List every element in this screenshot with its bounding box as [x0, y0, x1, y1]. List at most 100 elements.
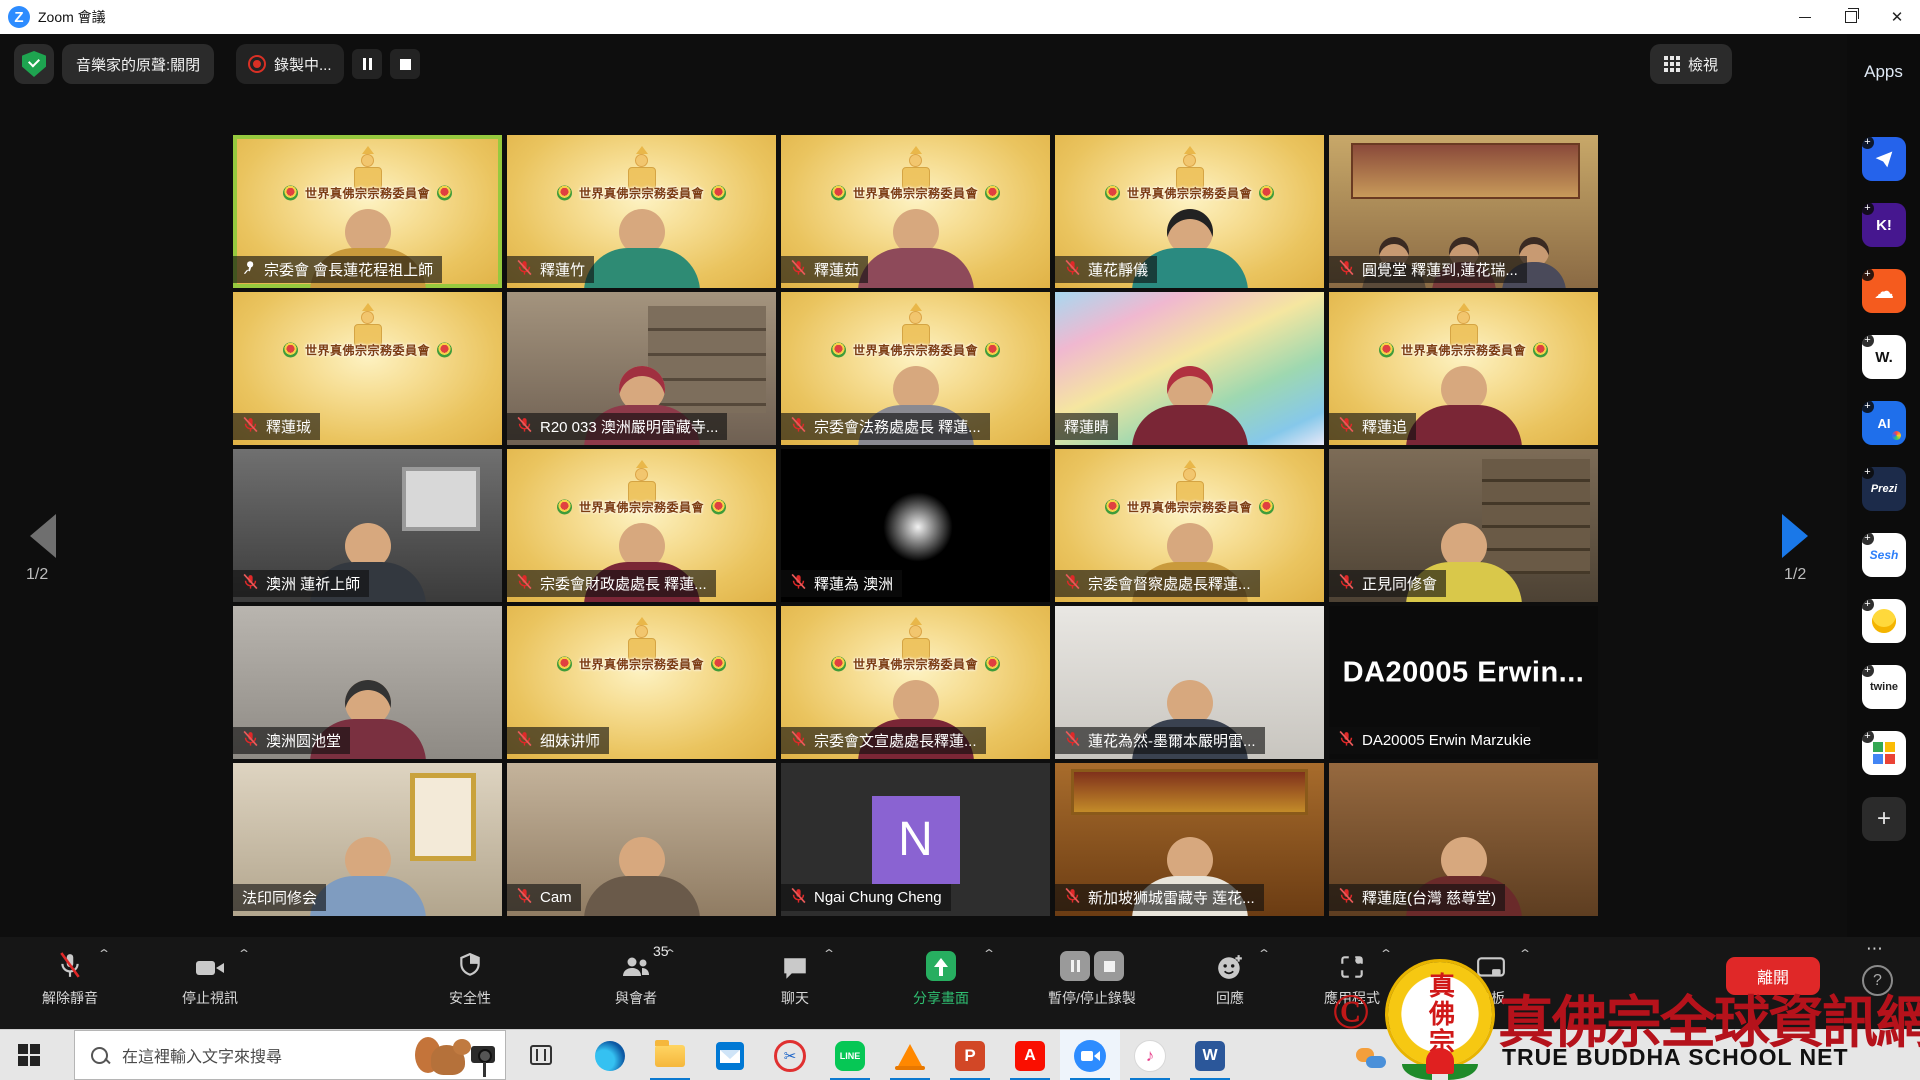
video-tile[interactable]: 澳洲 蓮祈上師 [233, 449, 502, 602]
muted-mic-icon [790, 887, 807, 908]
video-tile[interactable]: 世界真佛宗宗務委員會宗委會 會長蓮花程祖上師 [233, 135, 502, 288]
video-tile[interactable]: Cam [507, 763, 776, 916]
previous-page-arrow[interactable] [30, 514, 56, 558]
video-tile[interactable]: 澳洲圆池堂 [233, 606, 502, 759]
apps-sidebar-emoji-icon[interactable]: + [1862, 599, 1906, 643]
view-button[interactable]: 檢視 [1650, 44, 1732, 84]
close-button[interactable]: ✕ [1874, 0, 1920, 34]
participant-name: 釋蓮茹 [814, 259, 859, 280]
muted-mic-icon [1338, 730, 1355, 751]
video-tile[interactable]: 世界真佛宗宗務委員會宗委會法務處處長 釋蓮... [781, 292, 1050, 445]
video-tile[interactable]: 圓覺堂 釋蓮到,蓮花瑞... [1329, 135, 1598, 288]
muted-mic-icon [1064, 573, 1081, 594]
apps-sidebar-twine-icon[interactable]: twine+ [1862, 665, 1906, 709]
apps-sidebar-prezi-icon[interactable]: Prezi+ [1862, 467, 1906, 511]
toolbar-mute-button[interactable]: ⌃解除靜音 [0, 945, 145, 1008]
chevron-up-icon[interactable]: ⌃ [982, 947, 996, 961]
taskbar-ppt-icon[interactable]: P [940, 1030, 1000, 1080]
security-shield-button[interactable] [14, 44, 54, 84]
add-app-icon[interactable]: + [1862, 335, 1874, 347]
add-app-icon[interactable]: + [1862, 665, 1874, 677]
participant-name: 宗委會文宣處處長釋蓮... [814, 730, 977, 751]
toolbar-share-button[interactable]: ⌃分享畫面 [866, 945, 1016, 1008]
chevron-up-icon[interactable]: ⌃ [1257, 947, 1271, 961]
original-sound-button[interactable]: 音樂家的原聲:關閉 [62, 44, 214, 84]
taskbar-mail-icon[interactable] [700, 1030, 760, 1080]
apps-sidebar-ai-icon[interactable]: AI+ [1862, 401, 1906, 445]
video-tile[interactable]: 世界真佛宗宗務委員會宗委會文宣處處長釋蓮... [781, 606, 1050, 759]
apps-sidebar-wordwall-icon[interactable]: W.+ [1862, 335, 1906, 379]
leave-button[interactable]: 離開 [1726, 957, 1820, 995]
taskbar-zoom-icon[interactable] [1060, 1030, 1120, 1080]
squirrel-camera-graphic [413, 1031, 499, 1077]
muted-mic-icon [790, 259, 807, 280]
chevron-up-icon[interactable]: ⌃ [822, 947, 836, 961]
taskbar-search-input[interactable]: 在這裡輸入文字來搜尋 [74, 1030, 506, 1080]
next-page-arrow[interactable] [1782, 514, 1808, 558]
toolbar-video-button[interactable]: ⌃停止視訊 [135, 945, 285, 1008]
add-app-icon[interactable]: + [1862, 269, 1874, 281]
task-view-button[interactable] [530, 1045, 552, 1065]
video-tile[interactable]: 世界真佛宗宗務委員會细妹讲师 [507, 606, 776, 759]
apps-sidebar-stream-icon[interactable]: + [1862, 137, 1906, 181]
apps-sidebar-sesh-icon[interactable]: Sesh+ [1862, 533, 1906, 577]
video-tile[interactable]: 世界真佛宗宗務委員會蓮花靜儀 [1055, 135, 1324, 288]
help-icon[interactable]: ? [1862, 965, 1893, 996]
toolbar-participants-button[interactable]: ⌃35與會者 [561, 945, 711, 1008]
video-tile[interactable]: 蓮花為然-墨爾本嚴明雷... [1055, 606, 1324, 759]
more-options-icon[interactable]: ⋯ [1866, 939, 1884, 959]
add-app-icon[interactable]: + [1862, 203, 1874, 215]
video-tile[interactable]: 世界真佛宗宗務委員會宗委會督察處處長釋蓮... [1055, 449, 1324, 602]
zoom-logo-icon: Z [8, 6, 30, 28]
apps-sidebar-orange-icon[interactable]: ☁+ [1862, 269, 1906, 313]
taskbar-snip-icon[interactable]: ✂ [760, 1030, 820, 1080]
video-tile[interactable]: 世界真佛宗宗務委員會釋蓮追 [1329, 292, 1598, 445]
participant-name: 釋蓮為 澳洲 [814, 573, 893, 594]
add-app-icon[interactable]: + [1862, 467, 1874, 479]
apps-sidebar-add-button[interactable]: + [1862, 797, 1906, 841]
add-app-icon[interactable]: + [1862, 599, 1874, 611]
apps-sidebar-kahoot-icon[interactable]: K!+ [1862, 203, 1906, 247]
taskbar-vlc-icon[interactable] [880, 1030, 940, 1080]
video-tile[interactable]: 世界真佛宗宗務委員會宗委會財政處處長 釋蓮... [507, 449, 776, 602]
chevron-up-icon[interactable]: ⌃ [97, 947, 111, 961]
taskbar-word-icon[interactable]: W [1180, 1030, 1240, 1080]
maximize-button[interactable] [1828, 0, 1874, 34]
chevron-up-icon[interactable]: ⌃ [1379, 947, 1393, 961]
add-app-icon[interactable]: + [1862, 401, 1874, 413]
video-tile[interactable]: 法印同修会 [233, 763, 502, 916]
pause-recording-button[interactable] [352, 49, 382, 79]
video-tile[interactable]: 正見同修會 [1329, 449, 1598, 602]
video-tile[interactable]: 釋蓮為 澳洲 [781, 449, 1050, 602]
virtual-background-banner: 世界真佛宗宗務委員會 [233, 185, 502, 202]
participant-name-label: 细妹讲师 [507, 727, 609, 754]
add-app-icon[interactable]: + [1862, 137, 1874, 149]
minimize-button[interactable] [1782, 0, 1828, 34]
video-tile[interactable]: 釋蓮庭(台灣 慈尊堂) [1329, 763, 1598, 916]
toolbar-whiteboard-button[interactable]: ⌃白板 [1416, 945, 1566, 1008]
taskbar-adobe-icon[interactable]: A [1000, 1030, 1060, 1080]
participant-name-label: 釋蓮珹 [233, 413, 320, 440]
video-tile[interactable]: 新加坡狮城雷藏寺 莲花... [1055, 763, 1324, 916]
taskbar-itunes-icon[interactable]: ♪ [1120, 1030, 1180, 1080]
video-tile[interactable]: R20 033 澳洲嚴明雷藏寺... [507, 292, 776, 445]
chevron-up-icon[interactable]: ⌃ [1518, 947, 1532, 961]
chevron-up-icon[interactable]: ⌃ [237, 947, 251, 961]
video-tile[interactable]: 世界真佛宗宗務委員會釋蓮珹 [233, 292, 502, 445]
video-tile[interactable]: 釋蓮睛 [1055, 292, 1324, 445]
toolbar-security-button[interactable]: 安全性 [395, 945, 545, 1008]
taskbar-explorer-icon[interactable] [640, 1030, 700, 1080]
toolbar-apps-button[interactable]: ⌃應用程式 [1277, 945, 1427, 1008]
video-tile[interactable]: 世界真佛宗宗務委員會釋蓮竹 [507, 135, 776, 288]
toolbar-record-button[interactable]: 暫停/停止錄製 [1017, 945, 1167, 1008]
video-tile[interactable]: DA20005 Erwin...DA20005 Erwin Marzukie [1329, 606, 1598, 759]
apps-sidebar-colorgrid-icon[interactable]: + [1862, 731, 1906, 775]
add-app-icon[interactable]: + [1862, 533, 1874, 545]
stop-recording-button[interactable] [390, 49, 420, 79]
taskbar-line-icon[interactable]: LINE [820, 1030, 880, 1080]
toolbar-chat-button[interactable]: ⌃聊天 [720, 945, 870, 1008]
taskbar-edge-icon[interactable] [580, 1030, 640, 1080]
windows-start-button[interactable] [18, 1044, 40, 1066]
video-tile[interactable]: NNgai Chung Cheng [781, 763, 1050, 916]
video-tile[interactable]: 世界真佛宗宗務委員會釋蓮茹 [781, 135, 1050, 288]
